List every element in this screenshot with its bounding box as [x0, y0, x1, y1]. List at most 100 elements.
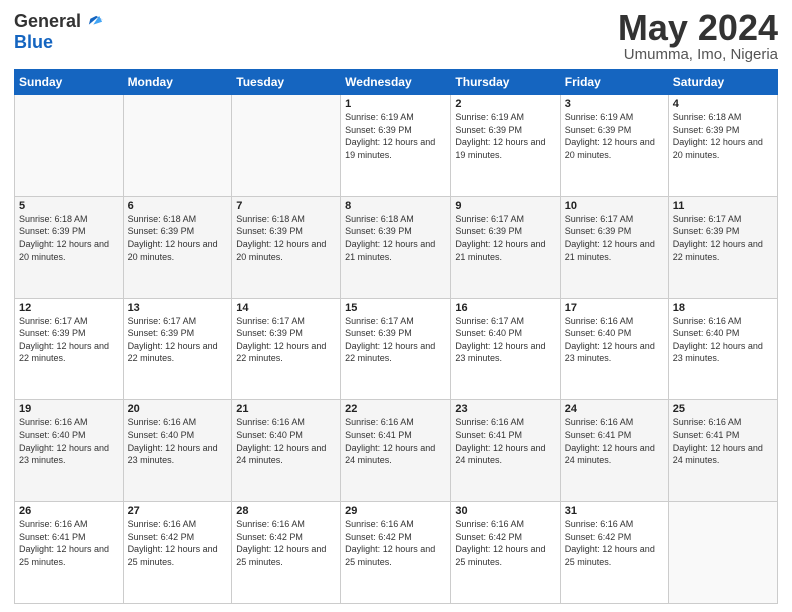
day-number: 7 — [236, 200, 336, 212]
calendar-cell: 24Sunrise: 6:16 AM Sunset: 6:41 PM Dayli… — [560, 400, 668, 502]
calendar-cell: 16Sunrise: 6:17 AM Sunset: 6:40 PM Dayli… — [451, 298, 560, 400]
calendar-cell: 8Sunrise: 6:18 AM Sunset: 6:39 PM Daylig… — [341, 196, 451, 298]
day-number: 9 — [455, 200, 555, 212]
day-number: 20 — [128, 403, 228, 415]
day-number: 2 — [455, 98, 555, 110]
day-number: 23 — [455, 403, 555, 415]
calendar-cell: 31Sunrise: 6:16 AM Sunset: 6:42 PM Dayli… — [560, 502, 668, 604]
day-number: 3 — [565, 98, 664, 110]
calendar-cell — [668, 502, 777, 604]
day-info: Sunrise: 6:18 AM Sunset: 6:39 PM Dayligh… — [19, 213, 119, 263]
calendar-cell: 13Sunrise: 6:17 AM Sunset: 6:39 PM Dayli… — [123, 298, 232, 400]
day-info: Sunrise: 6:16 AM Sunset: 6:42 PM Dayligh… — [345, 518, 446, 568]
day-number: 14 — [236, 302, 336, 314]
week-row-4: 19Sunrise: 6:16 AM Sunset: 6:40 PM Dayli… — [15, 400, 778, 502]
day-info: Sunrise: 6:16 AM Sunset: 6:42 PM Dayligh… — [565, 518, 664, 568]
day-info: Sunrise: 6:17 AM Sunset: 6:39 PM Dayligh… — [236, 315, 336, 365]
calendar-cell: 2Sunrise: 6:19 AM Sunset: 6:39 PM Daylig… — [451, 95, 560, 197]
day-info: Sunrise: 6:16 AM Sunset: 6:42 PM Dayligh… — [128, 518, 228, 568]
weekday-header-tuesday: Tuesday — [232, 70, 341, 95]
day-number: 25 — [673, 403, 773, 415]
calendar-cell: 6Sunrise: 6:18 AM Sunset: 6:39 PM Daylig… — [123, 196, 232, 298]
day-number: 31 — [565, 505, 664, 517]
calendar-cell: 18Sunrise: 6:16 AM Sunset: 6:40 PM Dayli… — [668, 298, 777, 400]
day-info: Sunrise: 6:16 AM Sunset: 6:41 PM Dayligh… — [19, 518, 119, 568]
day-info: Sunrise: 6:18 AM Sunset: 6:39 PM Dayligh… — [345, 213, 446, 263]
calendar-cell: 27Sunrise: 6:16 AM Sunset: 6:42 PM Dayli… — [123, 502, 232, 604]
location-text: Umumma, Imo, Nigeria — [618, 46, 778, 63]
month-title: May 2024 — [618, 10, 778, 46]
day-info: Sunrise: 6:16 AM Sunset: 6:41 PM Dayligh… — [455, 416, 555, 466]
weekday-header-wednesday: Wednesday — [341, 70, 451, 95]
page: General Blue May 2024 Umumma, Imo, Niger… — [0, 0, 792, 612]
day-number: 1 — [345, 98, 446, 110]
day-info: Sunrise: 6:17 AM Sunset: 6:39 PM Dayligh… — [673, 213, 773, 263]
day-number: 28 — [236, 505, 336, 517]
day-info: Sunrise: 6:16 AM Sunset: 6:40 PM Dayligh… — [565, 315, 664, 365]
calendar-cell: 23Sunrise: 6:16 AM Sunset: 6:41 PM Dayli… — [451, 400, 560, 502]
weekday-header-friday: Friday — [560, 70, 668, 95]
day-number: 29 — [345, 505, 446, 517]
week-row-3: 12Sunrise: 6:17 AM Sunset: 6:39 PM Dayli… — [15, 298, 778, 400]
day-info: Sunrise: 6:18 AM Sunset: 6:39 PM Dayligh… — [673, 111, 773, 161]
day-info: Sunrise: 6:19 AM Sunset: 6:39 PM Dayligh… — [565, 111, 664, 161]
day-number: 16 — [455, 302, 555, 314]
calendar-table: SundayMondayTuesdayWednesdayThursdayFrid… — [14, 69, 778, 604]
day-info: Sunrise: 6:17 AM Sunset: 6:39 PM Dayligh… — [565, 213, 664, 263]
weekday-header-thursday: Thursday — [451, 70, 560, 95]
calendar-cell: 9Sunrise: 6:17 AM Sunset: 6:39 PM Daylig… — [451, 196, 560, 298]
calendar-cell: 30Sunrise: 6:16 AM Sunset: 6:42 PM Dayli… — [451, 502, 560, 604]
day-info: Sunrise: 6:16 AM Sunset: 6:41 PM Dayligh… — [345, 416, 446, 466]
day-number: 13 — [128, 302, 228, 314]
calendar-cell — [232, 95, 341, 197]
day-number: 22 — [345, 403, 446, 415]
day-info: Sunrise: 6:16 AM Sunset: 6:40 PM Dayligh… — [19, 416, 119, 466]
weekday-header-monday: Monday — [123, 70, 232, 95]
calendar-cell: 26Sunrise: 6:16 AM Sunset: 6:41 PM Dayli… — [15, 502, 124, 604]
day-info: Sunrise: 6:16 AM Sunset: 6:41 PM Dayligh… — [565, 416, 664, 466]
day-info: Sunrise: 6:18 AM Sunset: 6:39 PM Dayligh… — [128, 213, 228, 263]
day-number: 10 — [565, 200, 664, 212]
logo-bird-icon — [83, 10, 105, 32]
calendar-cell: 12Sunrise: 6:17 AM Sunset: 6:39 PM Dayli… — [15, 298, 124, 400]
day-info: Sunrise: 6:16 AM Sunset: 6:40 PM Dayligh… — [236, 416, 336, 466]
day-number: 15 — [345, 302, 446, 314]
day-info: Sunrise: 6:16 AM Sunset: 6:40 PM Dayligh… — [673, 315, 773, 365]
calendar-cell: 10Sunrise: 6:17 AM Sunset: 6:39 PM Dayli… — [560, 196, 668, 298]
calendar-cell: 3Sunrise: 6:19 AM Sunset: 6:39 PM Daylig… — [560, 95, 668, 197]
day-info: Sunrise: 6:17 AM Sunset: 6:40 PM Dayligh… — [455, 315, 555, 365]
calendar-cell — [123, 95, 232, 197]
day-info: Sunrise: 6:17 AM Sunset: 6:39 PM Dayligh… — [455, 213, 555, 263]
day-number: 6 — [128, 200, 228, 212]
day-info: Sunrise: 6:19 AM Sunset: 6:39 PM Dayligh… — [455, 111, 555, 161]
calendar-cell — [15, 95, 124, 197]
calendar-cell: 29Sunrise: 6:16 AM Sunset: 6:42 PM Dayli… — [341, 502, 451, 604]
day-number: 19 — [19, 403, 119, 415]
day-number: 24 — [565, 403, 664, 415]
day-info: Sunrise: 6:16 AM Sunset: 6:42 PM Dayligh… — [236, 518, 336, 568]
day-number: 8 — [345, 200, 446, 212]
day-info: Sunrise: 6:16 AM Sunset: 6:42 PM Dayligh… — [455, 518, 555, 568]
calendar-cell: 22Sunrise: 6:16 AM Sunset: 6:41 PM Dayli… — [341, 400, 451, 502]
calendar-cell: 25Sunrise: 6:16 AM Sunset: 6:41 PM Dayli… — [668, 400, 777, 502]
weekday-header-saturday: Saturday — [668, 70, 777, 95]
week-row-5: 26Sunrise: 6:16 AM Sunset: 6:41 PM Dayli… — [15, 502, 778, 604]
day-number: 30 — [455, 505, 555, 517]
day-info: Sunrise: 6:16 AM Sunset: 6:40 PM Dayligh… — [128, 416, 228, 466]
day-info: Sunrise: 6:17 AM Sunset: 6:39 PM Dayligh… — [345, 315, 446, 365]
day-number: 27 — [128, 505, 228, 517]
header: General Blue May 2024 Umumma, Imo, Niger… — [14, 10, 778, 63]
title-block: May 2024 Umumma, Imo, Nigeria — [618, 10, 778, 63]
day-info: Sunrise: 6:17 AM Sunset: 6:39 PM Dayligh… — [19, 315, 119, 365]
calendar-cell: 14Sunrise: 6:17 AM Sunset: 6:39 PM Dayli… — [232, 298, 341, 400]
calendar-cell: 1Sunrise: 6:19 AM Sunset: 6:39 PM Daylig… — [341, 95, 451, 197]
day-info: Sunrise: 6:16 AM Sunset: 6:41 PM Dayligh… — [673, 416, 773, 466]
day-number: 26 — [19, 505, 119, 517]
calendar-cell: 5Sunrise: 6:18 AM Sunset: 6:39 PM Daylig… — [15, 196, 124, 298]
day-info: Sunrise: 6:17 AM Sunset: 6:39 PM Dayligh… — [128, 315, 228, 365]
day-info: Sunrise: 6:18 AM Sunset: 6:39 PM Dayligh… — [236, 213, 336, 263]
calendar-cell: 11Sunrise: 6:17 AM Sunset: 6:39 PM Dayli… — [668, 196, 777, 298]
weekday-header-row: SundayMondayTuesdayWednesdayThursdayFrid… — [15, 70, 778, 95]
day-info: Sunrise: 6:19 AM Sunset: 6:39 PM Dayligh… — [345, 111, 446, 161]
calendar-cell: 4Sunrise: 6:18 AM Sunset: 6:39 PM Daylig… — [668, 95, 777, 197]
